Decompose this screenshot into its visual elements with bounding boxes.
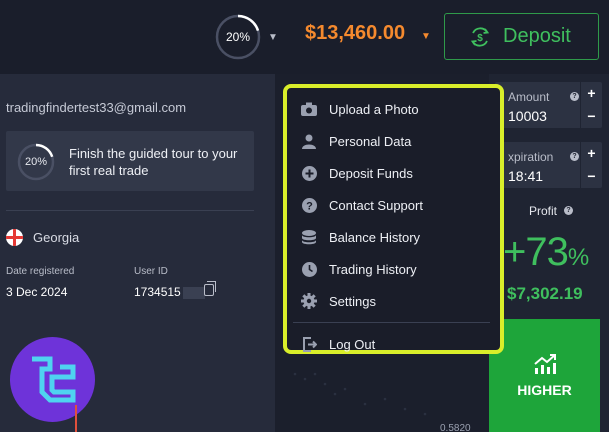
camera-icon — [301, 101, 317, 117]
amount-value[interactable]: 10003 — [508, 108, 547, 124]
user-id-row: 1734515 — [134, 285, 205, 299]
georgia-flag-icon — [6, 229, 23, 246]
menu-label: Deposit Funds — [329, 165, 413, 181]
logout-icon — [301, 336, 317, 352]
account-progress-ring[interactable]: 20% — [214, 13, 262, 61]
plus-circle-icon — [301, 165, 317, 181]
expiration-plus-button[interactable]: + — [581, 142, 602, 165]
menu-label: Log Out — [329, 336, 376, 352]
profit-amount: $7,302.19 — [507, 284, 583, 303]
top-bar: 20% ▼ $13,460.00 ▼ $ Deposit — [0, 0, 609, 74]
tour-percent: 20% — [24, 156, 48, 168]
profit-label: Profit — [529, 204, 558, 218]
account-balance[interactable]: $13,460.00 — [305, 22, 405, 45]
profit-percent-sign: % — [567, 244, 589, 271]
clock-icon — [301, 261, 317, 277]
menu-item-log-out[interactable]: Log Out — [287, 328, 500, 360]
profit-info-icon[interactable]: ? — [564, 206, 573, 215]
database-icon — [301, 229, 317, 245]
menu-item-personal-data[interactable]: Personal Data — [287, 125, 500, 157]
amount-plus-button[interactable]: + — [581, 82, 602, 105]
amount-info-icon[interactable]: ? — [570, 92, 579, 101]
amount-stepper[interactable]: + − — [580, 82, 602, 128]
user-id-value: 1734515 — [134, 285, 181, 299]
balance-caret-icon[interactable]: ▼ — [421, 31, 431, 42]
tour-text: Finish the guided tour to your first rea… — [69, 146, 238, 178]
amount-minus-button[interactable]: − — [581, 105, 602, 128]
profit-percent: +73% — [503, 230, 589, 275]
date-registered-value: 3 Dec 2024 — [6, 285, 68, 299]
masked-digits — [182, 286, 205, 299]
tour-progress-ring: 20% — [16, 142, 56, 182]
menu-label: Upload a Photo — [329, 101, 419, 117]
menu-item-deposit-funds[interactable]: Deposit Funds — [287, 157, 500, 189]
brand-logo — [10, 337, 95, 422]
gear-icon — [301, 293, 317, 309]
expiration-box[interactable]: xpiration ? 18:41 + − — [495, 142, 602, 188]
user-id-label: User ID — [134, 266, 168, 277]
svg-text:$: $ — [477, 33, 483, 44]
menu-label: Balance History — [329, 229, 421, 245]
price-axis-tick: 0.5820 — [440, 423, 471, 432]
menu-label: Settings — [329, 293, 376, 309]
profit-percent-value: +73 — [503, 230, 569, 274]
deposit-label: Deposit — [503, 25, 571, 47]
person-icon — [301, 133, 317, 149]
brand-logo-icon — [32, 356, 76, 403]
guided-tour-card[interactable]: 20% Finish the guided tour to your first… — [6, 131, 254, 191]
higher-button[interactable]: HIGHER — [489, 319, 600, 432]
menu-item-upload-photo[interactable]: Upload a Photo — [287, 93, 500, 125]
menu-label: Contact Support — [329, 197, 423, 213]
menu-label: Trading History — [329, 261, 417, 277]
menu-item-trading-history[interactable]: Trading History — [287, 253, 500, 285]
divider — [6, 210, 254, 211]
menu-divider — [293, 322, 490, 323]
menu-item-settings[interactable]: Settings — [287, 285, 500, 317]
higher-label: HIGHER — [517, 381, 572, 398]
expiration-value[interactable]: 18:41 — [508, 168, 543, 184]
menu-item-balance-history[interactable]: Balance History — [287, 221, 500, 253]
date-registered-label: Date registered — [6, 266, 75, 277]
trend-up-icon — [533, 353, 556, 374]
copy-icon[interactable] — [204, 281, 216, 296]
menu-item-contact-support[interactable]: ? Contact Support — [287, 189, 500, 221]
progress-percent: 20% — [225, 30, 251, 44]
amount-label: Amount — [508, 90, 550, 104]
menu-label: Personal Data — [329, 133, 412, 149]
svg-text:?: ? — [306, 200, 313, 212]
expiration-info-icon[interactable]: ? — [570, 152, 579, 161]
account-dropdown-menu: Upload a Photo Personal Data Deposit Fun… — [283, 84, 504, 354]
deposit-icon: $ — [470, 26, 490, 47]
expiration-minus-button[interactable]: − — [581, 165, 602, 188]
expiration-stepper[interactable]: + − — [580, 142, 602, 188]
trade-panel: Amount ? 10003 + − xpiration ? 18:41 + −… — [489, 74, 609, 432]
user-email: tradingfindertest33@gmail.com — [6, 100, 187, 115]
expiration-label: xpiration — [508, 150, 554, 164]
progress-caret-icon[interactable]: ▼ — [268, 32, 278, 43]
chart-red-line — [75, 405, 77, 432]
help-icon: ? — [301, 197, 317, 213]
deposit-button[interactable]: $ Deposit — [444, 13, 599, 60]
country-name: Georgia — [33, 230, 80, 245]
country-row: Georgia — [6, 229, 79, 246]
amount-box[interactable]: Amount ? 10003 + − — [495, 82, 602, 128]
